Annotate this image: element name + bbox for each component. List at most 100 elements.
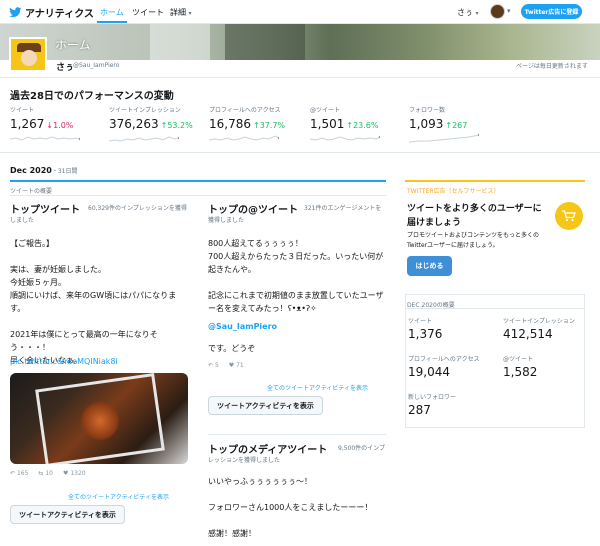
top-media-sub: 9,500件のインプレッションを獲得しました bbox=[208, 445, 385, 464]
view-all-tweet-activity-link[interactable]: 全てのツイートアクティビティを表示 bbox=[68, 492, 169, 501]
chevron-down-icon: ▾ bbox=[475, 10, 479, 17]
stat-value: 376,263 bbox=[109, 117, 159, 131]
summary-stat: 新しいフォロワー 287 bbox=[408, 392, 456, 417]
summary-stat-value: 19,044 bbox=[408, 365, 450, 379]
stat-value: 1,093 bbox=[409, 117, 444, 131]
summary-stat-label: ツイート bbox=[408, 318, 433, 325]
profile-handle: @Sau_IamPiero bbox=[73, 62, 120, 69]
update-note: ページは毎日更新されます bbox=[516, 63, 588, 70]
reply-icon: ↶ bbox=[208, 362, 214, 369]
stat-value: 1,267 bbox=[10, 117, 45, 131]
monthly-summary-box: ツイート 1,376 ツイートインプレッション 412,514 プロフィールへの… bbox=[405, 294, 585, 428]
summary-stat-value: 412,514 bbox=[503, 327, 553, 341]
summary-label: ツイートの概要 bbox=[10, 188, 53, 195]
stat-mentions: @ツイート 1,501 ↑23.6% bbox=[310, 105, 402, 131]
nav-tweets[interactable]: ツイート bbox=[132, 7, 164, 18]
promo-description: プロモツイートおよびコンテンツをもっと多くのTwitterユーザーに届けましょう… bbox=[407, 232, 540, 249]
retweet-count: 10 bbox=[45, 470, 53, 477]
reply-count: 165 bbox=[16, 470, 29, 477]
brand[interactable]: アナリティクス bbox=[9, 5, 94, 20]
top-nav: アナリティクス ホーム ツイート 詳細 ▾ さぅ ▾ ▾ Twitter広告に登… bbox=[0, 0, 600, 24]
summary-box-label: DEC 2020の概要 bbox=[407, 302, 455, 309]
stat-change: 53.2% bbox=[167, 121, 193, 130]
stat-value: 16,786 bbox=[209, 117, 251, 131]
summary-stat-label: 新しいフォロワー bbox=[408, 394, 457, 401]
summary-stat-value: 1,582 bbox=[503, 365, 538, 379]
divider bbox=[0, 77, 600, 78]
twitter-ads-signup-button[interactable]: Twitter広告に登録 bbox=[521, 4, 582, 19]
twitter-bird-icon bbox=[9, 7, 22, 18]
divider bbox=[10, 195, 386, 196]
top-mention-actions: ↶ 5 ♥ 71 bbox=[208, 362, 244, 369]
stat-followers: フォロワー数 1,093 ↑267 bbox=[409, 105, 501, 131]
sparkline bbox=[409, 133, 479, 143]
top-tweet-image[interactable] bbox=[10, 373, 188, 464]
nav-more[interactable]: 詳細 ▾ bbox=[170, 7, 192, 18]
banner-shape bbox=[225, 24, 305, 60]
top-tweet-text: 【ご報告。】 実は、妻が妊娠しました。 今妊娠５ヶ月。 順調にいけば、来年のGW… bbox=[10, 239, 177, 365]
summary-stat: @ツイート 1,582 bbox=[503, 354, 537, 379]
start-button[interactable]: はじめる bbox=[407, 256, 452, 276]
top-media-text: いいやっふぅぅぅぅぅぅ〜！ フォロワーさん1000人をこえましたーーー！ 感謝！… bbox=[208, 477, 373, 538]
summary-stat: プロフィールへのアクセス 19,044 bbox=[408, 354, 480, 379]
avatar-face bbox=[21, 50, 37, 66]
view-tweet-activity-button[interactable]: ツイートアクティビティを表示 bbox=[10, 505, 125, 524]
promo-label: TWITTER広告（セルフサービス） bbox=[407, 188, 500, 195]
stat-change: 1.0% bbox=[53, 121, 74, 130]
reply-action[interactable]: ↶ 5 bbox=[208, 362, 219, 369]
top-tweet-actions: ↶ 165 ⇆ 10 ♥ 1320 bbox=[10, 470, 86, 477]
stat-label: フォロワー数 bbox=[409, 107, 446, 114]
shopping-cart-icon bbox=[555, 202, 583, 230]
top-mention-text: 800人超えてるぅぅぅぅ！ 700人超えからたった３日だった。いったい何が起きた… bbox=[208, 239, 384, 313]
sidebar-underline bbox=[405, 180, 585, 182]
profile-avatar[interactable] bbox=[9, 37, 47, 72]
nav-user-menu[interactable]: さぅ ▾ bbox=[457, 7, 479, 18]
reply-icon: ↶ bbox=[10, 470, 16, 477]
nav-home[interactable]: ホーム bbox=[100, 7, 124, 18]
view-tweet-activity-button[interactable]: ツイートアクティビティを表示 bbox=[208, 396, 323, 415]
sparkline bbox=[310, 135, 380, 141]
stat-label: ツイートインプレッション bbox=[109, 107, 181, 114]
summary-stat: ツイート 1,376 bbox=[408, 316, 442, 341]
top-tweet-sub: 60,329件のインプレッションを獲得しました bbox=[10, 205, 187, 224]
image-figure bbox=[80, 401, 120, 441]
top-mention-sub: 321件のエンゲージメントを獲得しました bbox=[208, 205, 382, 224]
chevron-down-icon: ▾ bbox=[188, 10, 192, 17]
top-mention-text2: です。どうぞ bbox=[208, 344, 256, 353]
summary-stat-label: プロフィールへのアクセス bbox=[408, 356, 480, 363]
mention-link[interactable]: @Sau_IamPiero bbox=[208, 320, 386, 333]
view-all-tweet-activity-link[interactable]: 全てのツイートアクティビティを表示 bbox=[267, 383, 368, 392]
sparkline bbox=[109, 136, 179, 142]
summary-stat: ツイートインプレッション 412,514 bbox=[503, 316, 575, 341]
stat-change-arrow: ↑ bbox=[253, 121, 260, 130]
stat-label: ツイート bbox=[10, 107, 35, 114]
nav-user-label: さぅ bbox=[457, 8, 473, 17]
retweet-icon: ⇆ bbox=[38, 470, 44, 477]
month-header: Dec 2020・31日間 bbox=[10, 166, 78, 175]
like-action[interactable]: ♥ 1320 bbox=[63, 470, 86, 477]
month-label: Dec 2020 bbox=[10, 166, 52, 175]
chevron-down-icon[interactable]: ▾ bbox=[507, 7, 511, 15]
cart-glyph bbox=[562, 210, 576, 222]
stat-change: 23.6% bbox=[353, 121, 379, 130]
stat-profile-visits: プロフィールへのアクセス 16,786 ↑37.7% bbox=[209, 105, 301, 131]
heart-icon: ♥ bbox=[228, 362, 235, 369]
stat-change: 37.7% bbox=[259, 121, 286, 130]
summary-stat-label: @ツイート bbox=[503, 356, 534, 363]
like-count: 71 bbox=[236, 362, 244, 369]
page-title: ホーム bbox=[55, 38, 91, 52]
sparkline bbox=[10, 136, 80, 141]
nav-home-underline bbox=[97, 21, 127, 23]
avatar[interactable] bbox=[490, 4, 505, 19]
like-action[interactable]: ♥ 71 bbox=[229, 362, 244, 369]
stat-label: @ツイート bbox=[310, 107, 341, 114]
heart-icon: ♥ bbox=[63, 470, 69, 477]
nav-more-label: 詳細 bbox=[170, 8, 186, 17]
month-days: ・31日間 bbox=[51, 168, 78, 175]
like-count: 1320 bbox=[70, 470, 86, 477]
reply-action[interactable]: ↶ 165 bbox=[10, 470, 28, 477]
month-underline bbox=[10, 180, 386, 182]
retweet-action[interactable]: ⇆ 10 bbox=[38, 470, 53, 477]
divider bbox=[208, 434, 386, 435]
top-tweet-link[interactable]: pic.twitter.com/eMQINiak8i bbox=[10, 355, 188, 368]
